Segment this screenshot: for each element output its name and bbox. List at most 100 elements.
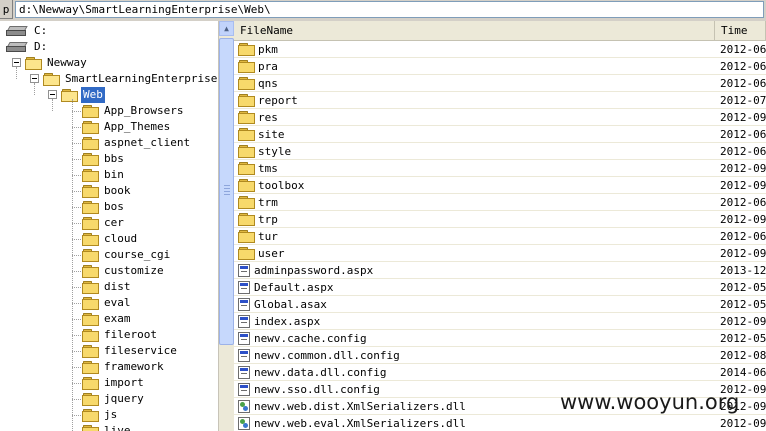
file-name: pra: [258, 60, 278, 73]
file-name-cell: qns: [238, 75, 714, 92]
folder-icon: [238, 128, 255, 141]
tree-item-label: import: [104, 376, 144, 389]
tree-item-folder[interactable]: course_cgi: [82, 247, 172, 263]
tree-item-folder[interactable]: eval: [82, 295, 133, 311]
file-row[interactable]: newv.common.dll.config 2012-08: [234, 347, 766, 364]
file-name: style: [258, 145, 292, 158]
file-name-cell: newv.common.dll.config: [238, 347, 714, 364]
collapse-toggle-icon[interactable]: [48, 90, 57, 99]
folder-open-icon: [61, 89, 78, 102]
file-time-cell: 2014-06: [720, 366, 766, 379]
tree-item-label: fileservice: [104, 344, 177, 357]
folder-icon: [82, 121, 99, 134]
tree-item-folder[interactable]: jquery: [82, 391, 146, 407]
tree-item-folder[interactable]: framework: [82, 359, 166, 375]
file-row[interactable]: qns 2012-06: [234, 75, 766, 92]
file-name-cell: Default.aspx: [238, 279, 714, 296]
tree-item-label: dist: [104, 280, 131, 293]
tree-item-folder[interactable]: aspnet_client: [82, 135, 192, 151]
file-row[interactable]: style 2012-06: [234, 143, 766, 160]
column-header-time[interactable]: Time: [715, 21, 766, 40]
file-row[interactable]: tur 2012-06: [234, 228, 766, 245]
tree-item-folder[interactable]: bos: [82, 199, 126, 215]
tree-item-folder[interactable]: App_Browsers: [82, 103, 185, 119]
file-row[interactable]: newv.data.dll.config 2014-06: [234, 364, 766, 381]
folder-icon: [82, 201, 99, 214]
file-name-cell: style: [238, 143, 714, 160]
file-row[interactable]: trp 2012-09: [234, 211, 766, 228]
file-name-cell: newv.cache.config: [238, 330, 714, 347]
file-row[interactable]: adminpassword.aspx 2013-12: [234, 262, 766, 279]
tree-item-folder[interactable]: Newway: [12, 55, 89, 71]
file-row[interactable]: toolbox 2012-09: [234, 177, 766, 194]
file-name: report: [258, 94, 298, 107]
tree-item-folder[interactable]: customize: [82, 263, 166, 279]
file-time-cell: 2012-05: [720, 332, 766, 345]
file-name-cell: newv.web.eval.XmlSerializers.dll: [238, 415, 714, 431]
file-name: res: [258, 111, 278, 124]
tree-item-folder[interactable]: bbs: [82, 151, 126, 167]
file-row[interactable]: pra 2012-06: [234, 58, 766, 75]
tree-item-drive[interactable]: C:: [6, 23, 49, 39]
file-row[interactable]: report 2012-07: [234, 92, 766, 109]
tree-item-folder[interactable]: fileservice: [82, 343, 179, 359]
tree-item-folder[interactable]: live: [82, 423, 133, 431]
file-row[interactable]: index.aspx 2012-09: [234, 313, 766, 330]
file-row[interactable]: pkm 2012-06: [234, 41, 766, 58]
file-name: Default.aspx: [254, 281, 334, 294]
tree-item-folder[interactable]: cloud: [82, 231, 139, 247]
file-time-cell: 2012-09: [720, 111, 766, 124]
file-row[interactable]: Global.asax 2012-05: [234, 296, 766, 313]
scrollbar-thumb[interactable]: [219, 38, 234, 345]
file-row[interactable]: tms 2012-09: [234, 160, 766, 177]
path-input[interactable]: d:\Newway\SmartLearningEnterprise\Web\: [15, 1, 764, 18]
file-row[interactable]: site 2012-06: [234, 126, 766, 143]
tree-item-folder[interactable]: js: [82, 407, 119, 423]
tree-item-folder[interactable]: Web: [48, 87, 105, 103]
file-time-cell: 2012-06: [720, 77, 766, 90]
document-file-icon: [238, 298, 250, 311]
document-file-icon: [238, 281, 250, 294]
tree-item-folder[interactable]: cer: [82, 215, 126, 231]
tree-item-label: aspnet_client: [104, 136, 191, 149]
tree-item-folder[interactable]: import: [82, 375, 146, 391]
file-name: newv.data.dll.config: [254, 366, 387, 379]
tree-item-folder[interactable]: fileroot: [82, 327, 159, 343]
go-button[interactable]: p: [0, 0, 13, 19]
tree-item-drive[interactable]: D:: [6, 39, 49, 55]
file-row[interactable]: Default.aspx 2012-05: [234, 279, 766, 296]
file-time-cell: 2012-09: [720, 417, 766, 430]
folder-icon: [238, 94, 255, 107]
file-time-cell: 2012-06: [720, 60, 766, 73]
file-row[interactable]: user 2012-09: [234, 245, 766, 262]
tree-scrollbar[interactable]: ▲: [218, 21, 234, 431]
file-row[interactable]: trm 2012-06: [234, 194, 766, 211]
tree-item-folder[interactable]: book: [82, 183, 133, 199]
tree-item-folder[interactable]: SmartLearningEnterprise: [30, 71, 218, 87]
file-row[interactable]: newv.web.eval.XmlSerializers.dll 2012-09: [234, 415, 766, 431]
folder-icon: [82, 393, 99, 406]
file-time-cell: 2012-07: [720, 94, 766, 107]
file-name: newv.common.dll.config: [254, 349, 400, 362]
file-name-cell: toolbox: [238, 177, 714, 194]
collapse-toggle-icon[interactable]: [30, 74, 39, 83]
tree-item-label: C:: [34, 24, 48, 37]
file-row[interactable]: newv.cache.config 2012-05: [234, 330, 766, 347]
file-name-cell: index.aspx: [238, 313, 714, 330]
collapse-toggle-icon[interactable]: [12, 58, 21, 67]
tree-item-label: Newway: [47, 56, 87, 69]
file-row[interactable]: res 2012-09: [234, 109, 766, 126]
tree-item-folder[interactable]: App_Themes: [82, 119, 172, 135]
folder-icon: [82, 409, 99, 422]
scroll-up-arrow-icon[interactable]: ▲: [219, 21, 234, 36]
column-header-filename[interactable]: FileName: [234, 21, 715, 40]
tree-item-folder[interactable]: dist: [82, 279, 133, 295]
file-name: tms: [258, 162, 278, 175]
folder-tree[interactable]: C: D: Newway SmartLearningEnterprise Web App_…: [0, 21, 218, 431]
document-file-icon: [238, 332, 250, 345]
folder-icon: [82, 345, 99, 358]
tree-item-folder[interactable]: exam: [82, 311, 133, 327]
tree-item-folder[interactable]: bin: [82, 167, 126, 183]
file-time-cell: 2012-09: [720, 162, 766, 175]
folder-icon: [238, 60, 255, 73]
